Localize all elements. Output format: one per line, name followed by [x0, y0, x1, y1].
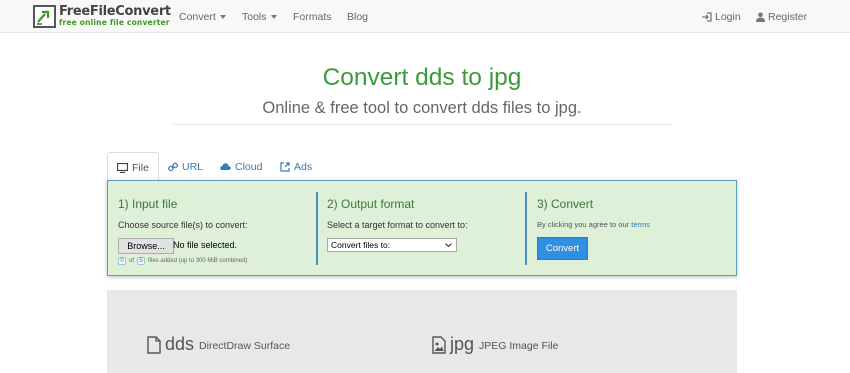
terms-notice: By clicking you agree to our terms [537, 220, 650, 229]
convert-button[interactable]: Convert [537, 237, 588, 260]
tab-cloud[interactable]: Cloud [220, 152, 262, 181]
register-link[interactable]: Register [756, 11, 807, 23]
register-label: Register [768, 11, 808, 23]
file-count-suffix: files added (up to 300 MiB combined) [148, 258, 248, 264]
converter-panel: 1) Input file Choose source file(s) to c… [107, 180, 737, 276]
page-subtitle: Online & free tool to convert dds files … [262, 99, 582, 117]
file-icon [147, 335, 161, 354]
target-format-name: JPEG Image File [479, 340, 559, 352]
tab-label: URL [182, 160, 204, 173]
format-select[interactable]: Convert files to: [327, 238, 457, 252]
monitor-icon [117, 162, 128, 173]
image-file-icon [432, 335, 446, 354]
file-count-max: 5 [137, 257, 146, 265]
step-output-heading: 2) Output format [327, 197, 415, 211]
user-icon [756, 12, 765, 22]
chevron-down-icon [445, 243, 452, 248]
step-input-prompt: Choose source file(s) to convert: [118, 220, 248, 230]
target-format[interactable]: jpg JPEG Image File [432, 334, 558, 355]
top-navbar: FreeFileConvert free online file convert… [0, 0, 850, 33]
column-divider [525, 192, 527, 265]
tab-url[interactable]: URL [168, 152, 203, 181]
source-format-name: DirectDraw Surface [199, 340, 291, 352]
login-label: Login [715, 11, 741, 23]
step-convert-heading: 3) Convert [537, 197, 594, 211]
sign-in-icon [702, 12, 712, 22]
file-count-of: of [129, 258, 135, 264]
step-output-prompt: Select a target format to convert to: [327, 220, 468, 230]
tab-ads[interactable]: Ads [280, 152, 312, 181]
terms-prefix: By clicking you agree to our [537, 220, 630, 229]
tab-label: Cloud [235, 160, 263, 173]
step-input-heading: 1) Input file [118, 197, 178, 211]
file-counter: 0 of 5 files added (up to 300 MiB combin… [118, 257, 247, 265]
login-link[interactable]: Login [702, 11, 741, 23]
source-format[interactable]: dds DirectDraw Surface [147, 334, 290, 355]
source-format-ext: dds [165, 334, 195, 354]
column-divider [316, 192, 318, 265]
cloud-icon [220, 163, 231, 170]
page-title: Convert dds to jpg [322, 64, 522, 91]
file-count-current: 0 [118, 257, 126, 265]
browse-button[interactable]: Browse... [118, 238, 174, 254]
file-status: No file selected. [173, 240, 238, 250]
link-icon [168, 162, 178, 171]
tab-label: Ads [294, 160, 313, 173]
target-format-ext: jpg [450, 334, 475, 354]
terms-link[interactable]: terms [631, 220, 650, 229]
tab-label: File [132, 161, 149, 174]
tab-file[interactable]: File [107, 152, 159, 182]
divider [173, 124, 672, 125]
external-link-icon [280, 161, 290, 172]
formats-section: dds DirectDraw Surface jpg JPEG Image Fi… [107, 290, 737, 373]
format-select-value: Convert files to: [331, 240, 391, 250]
